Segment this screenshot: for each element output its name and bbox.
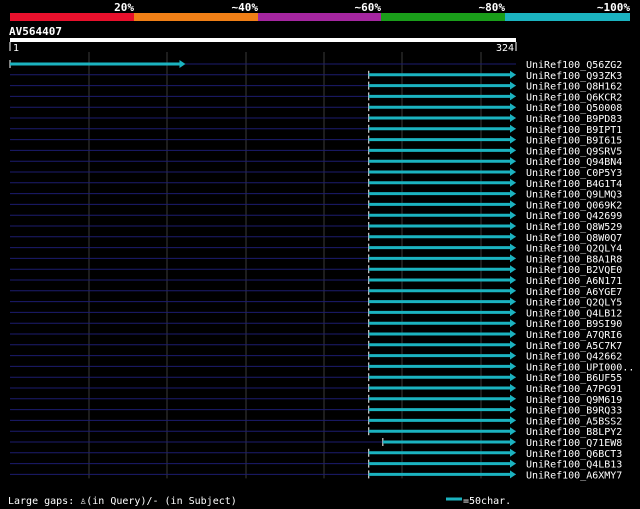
scale-segment-5: [505, 13, 630, 21]
scale-label-3: ~60%: [355, 1, 382, 14]
hit-label: UniRef100_Q9M619: [526, 395, 622, 406]
scale-label-4: ~80%: [479, 1, 506, 14]
hit-label: UniRef100_Q6KCR2: [526, 92, 622, 103]
scale-segment-2: [134, 13, 258, 21]
hit-label: UniRef100_Q069K2: [526, 200, 622, 211]
hit-label: UniRef100_A6XMY7: [526, 470, 622, 481]
hit-label: UniRef100_Q2QLY5: [526, 298, 622, 309]
hit-label: UniRef100_Q42662: [526, 352, 622, 363]
scale-segment-4: [381, 13, 505, 21]
hit-label: UniRef100_A6YGE7: [526, 287, 622, 298]
hit-label: UniRef100_Q71EW8: [526, 438, 622, 449]
hit-label: UniRef100_B9IPT1: [526, 125, 622, 136]
hit-label: UniRef100_A5BSS2: [526, 416, 622, 427]
hit-label: UniRef100_Q93ZK3: [526, 71, 622, 82]
query-name: AV564407: [9, 25, 62, 38]
hit-label: UniRef100_Q42699: [526, 211, 622, 222]
hit-label: UniRef100_Q4LB12: [526, 308, 622, 319]
hit-label: UniRef100_Q8W529: [526, 222, 622, 233]
hit-label: UniRef100_UPI000..: [526, 362, 634, 373]
hit-label: UniRef100_Q9LMQ3: [526, 190, 622, 201]
hit-label: UniRef100_Q56ZG2: [526, 60, 622, 71]
scale-label-2: ~40%: [232, 1, 259, 14]
hit-label: UniRef100_Q4LB13: [526, 460, 622, 471]
query-bar: [10, 38, 516, 42]
hit-label: UniRef100_A7QRI6: [526, 330, 622, 341]
hit-label: UniRef100_B8A1R8: [526, 254, 622, 265]
scale-legend-text: =50char.: [463, 496, 511, 507]
hit-label: UniRef100_B9RQ33: [526, 406, 622, 417]
scale-segment-1: [10, 13, 134, 21]
scale-label-5: ~100%: [597, 1, 630, 14]
hit-label: UniRef100_Q6BCT3: [526, 449, 622, 460]
hit-label: UniRef100_B9SI90: [526, 319, 622, 330]
ruler-end-label: 324: [496, 43, 514, 54]
hit-label: UniRef100_C0P5Y3: [526, 168, 622, 179]
hit-label: UniRef100_B2VQE0: [526, 265, 622, 276]
hit-label: UniRef100_Q2QLY4: [526, 244, 622, 255]
identity-scale-bar: [10, 13, 630, 21]
hit-label: UniRef100_B6UF55: [526, 373, 622, 384]
large-gaps-legend: Large gaps: ♙(in Query)/- (in Subject): [8, 496, 237, 507]
hit-label: UniRef100_Q94BN4: [526, 157, 622, 168]
hit-label: UniRef100_B8LPY2: [526, 427, 622, 438]
hit-label: UniRef100_B9I615: [526, 136, 622, 147]
hit-label: UniRef100_Q9SRV5: [526, 146, 622, 157]
alignment-overview: 20% ~40% ~60% ~80% ~100% AV564407 1 324 UniRe…: [0, 0, 640, 509]
ruler-start-label: 1: [13, 43, 19, 54]
hit-label: UniRef100_A6N171: [526, 276, 622, 287]
hit-label: UniRef100_B4G1T4: [526, 179, 622, 190]
scale-segment-3: [258, 13, 381, 21]
hit-label: UniRef100_A5C7K7: [526, 341, 622, 352]
hit-label: UniRef100_Q8W0Q7: [526, 233, 622, 244]
hit-label: UniRef100_Q50008: [526, 103, 622, 114]
hit-label: UniRef100_A7PG91: [526, 384, 622, 395]
hit-label: UniRef100_B9PD83: [526, 114, 622, 125]
scale-label-1: 20%: [114, 1, 134, 14]
hit-label: UniRef100_Q8H162: [526, 82, 622, 93]
